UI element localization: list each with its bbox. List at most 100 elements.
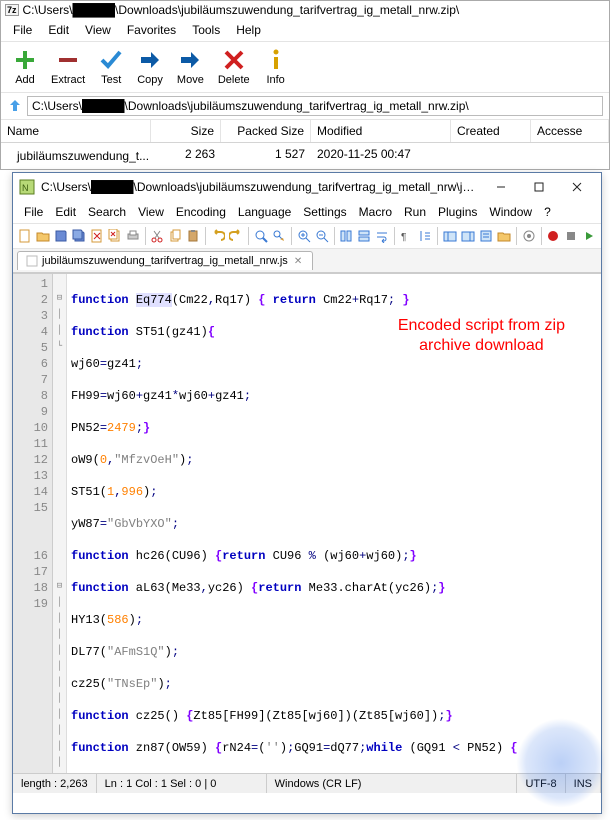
file-size: 2 263 xyxy=(151,145,221,167)
file-packed-size: 1 527 xyxy=(221,145,311,167)
npp-menu-encoding[interactable]: Encoding xyxy=(171,203,231,221)
menu-help[interactable]: Help xyxy=(230,21,267,39)
svg-text:¶: ¶ xyxy=(401,232,406,243)
plus-icon xyxy=(13,48,37,72)
x-icon xyxy=(222,48,246,72)
fold-gutter: ⊟││└⊟│││││││││││ xyxy=(53,274,67,773)
col-modified[interactable]: Modified xyxy=(311,120,451,142)
status-encoding: UTF-8 xyxy=(517,774,565,793)
delete-button[interactable]: Delete xyxy=(214,48,254,86)
npp-toolbar: ¶ xyxy=(13,223,601,249)
stop-macro-icon[interactable] xyxy=(563,227,579,245)
col-accessed[interactable]: Accesse xyxy=(531,120,609,142)
status-position: Ln : 1 Col : 1 Sel : 0 | 0 xyxy=(97,774,267,793)
redo-icon[interactable] xyxy=(228,227,244,245)
wrap-icon[interactable] xyxy=(374,227,390,245)
npp-menu-window[interactable]: Window xyxy=(484,203,537,221)
npp-menu-language[interactable]: Language xyxy=(233,203,296,221)
col-name[interactable]: Name xyxy=(1,120,151,142)
file-row[interactable]: JS jubiläumszuwendung_t... 2 263 1 527 2… xyxy=(1,143,609,169)
check-icon xyxy=(99,48,123,72)
code-editor[interactable]: 12345678910111213141516171819 ⊟││└⊟│││││… xyxy=(13,273,601,773)
maximize-button[interactable] xyxy=(521,176,557,198)
npp-menu-view[interactable]: View xyxy=(133,203,169,221)
minus-icon xyxy=(56,48,80,72)
replace-icon[interactable] xyxy=(271,227,287,245)
find-icon[interactable] xyxy=(253,227,269,245)
save-all-icon[interactable] xyxy=(71,227,87,245)
npp-menu-edit[interactable]: Edit xyxy=(50,203,81,221)
npp-titlebar: N C:\Users\█████\Downloads\jubiläumszuwe… xyxy=(13,173,601,201)
menu-favorites[interactable]: Favorites xyxy=(121,21,182,39)
path-row xyxy=(1,93,609,120)
record-macro-icon[interactable] xyxy=(545,227,561,245)
npp-menu-help[interactable]: ? xyxy=(539,203,556,221)
print-icon[interactable] xyxy=(125,227,141,245)
monitor-icon[interactable] xyxy=(521,227,537,245)
up-arrow-icon[interactable] xyxy=(7,98,23,114)
func-list-icon[interactable] xyxy=(478,227,494,245)
indent-guide-icon[interactable] xyxy=(417,227,433,245)
seven-zip-toolbar: Add Extract Test Copy Move Delete Info xyxy=(1,42,609,93)
folder-view-icon[interactable] xyxy=(442,227,458,245)
add-button[interactable]: Add xyxy=(9,48,41,86)
seven-zip-icon: 7z xyxy=(5,4,19,16)
move-button[interactable]: Move xyxy=(173,48,208,86)
npp-statusbar: length : 2,263 Ln : 1 Col : 1 Sel : 0 | … xyxy=(13,773,601,793)
cut-icon[interactable] xyxy=(149,227,165,245)
sync-v-icon[interactable] xyxy=(338,227,354,245)
npp-menu-plugins[interactable]: Plugins xyxy=(433,203,482,221)
move-arrow-icon xyxy=(178,48,202,72)
menu-view[interactable]: View xyxy=(79,21,117,39)
test-button[interactable]: Test xyxy=(95,48,127,86)
status-eol: Windows (CR LF) xyxy=(267,774,518,793)
col-size[interactable]: Size xyxy=(151,120,221,142)
copy-icon[interactable] xyxy=(167,227,183,245)
close-all-icon[interactable] xyxy=(107,227,123,245)
npp-menu-settings[interactable]: Settings xyxy=(298,203,351,221)
line-number-gutter: 12345678910111213141516171819 xyxy=(13,274,53,773)
code-content: function Eq774(Cm22,Rq17) { return Cm22+… xyxy=(67,274,601,773)
file-list-header: Name Size Packed Size Modified Created A… xyxy=(1,120,609,143)
undo-icon[interactable] xyxy=(210,227,226,245)
paste-icon[interactable] xyxy=(185,227,201,245)
zoom-out-icon[interactable] xyxy=(314,227,330,245)
npp-menu-file[interactable]: File xyxy=(19,203,48,221)
show-chars-icon[interactable]: ¶ xyxy=(399,227,415,245)
new-file-icon[interactable] xyxy=(17,227,33,245)
status-length: length : 2,263 xyxy=(13,774,97,793)
folder-browser-icon[interactable] xyxy=(496,227,512,245)
open-file-icon[interactable] xyxy=(35,227,51,245)
close-file-icon[interactable] xyxy=(89,227,105,245)
col-packed-size[interactable]: Packed Size xyxy=(221,120,311,142)
sync-h-icon[interactable] xyxy=(356,227,372,245)
notepad-plus-plus-icon: N xyxy=(19,179,35,195)
file-modified: 2020-11-25 00:47 xyxy=(311,145,451,167)
extract-button[interactable]: Extract xyxy=(47,48,89,86)
npp-tab-row: jubiläumszuwendung_tarifvertrag_ig_metal… xyxy=(13,249,601,273)
status-mode: INS xyxy=(566,774,601,793)
info-icon xyxy=(264,48,288,72)
seven-zip-window: 7z C:\Users\█████\Downloads\jubiläumszuw… xyxy=(0,0,610,170)
js-file-icon xyxy=(26,255,38,267)
col-created[interactable]: Created xyxy=(451,120,531,142)
file-tab[interactable]: jubiläumszuwendung_tarifvertrag_ig_metal… xyxy=(17,251,313,270)
notepad-plus-plus-window: N C:\Users\█████\Downloads\jubiläumszuwe… xyxy=(12,172,602,814)
play-macro-icon[interactable] xyxy=(581,227,597,245)
menu-edit[interactable]: Edit xyxy=(42,21,75,39)
menu-file[interactable]: File xyxy=(7,21,38,39)
tab-close-icon[interactable]: ✕ xyxy=(292,256,304,267)
copy-button[interactable]: Copy xyxy=(133,48,167,86)
zoom-in-icon[interactable] xyxy=(296,227,312,245)
npp-menubar: File Edit Search View Encoding Language … xyxy=(13,201,601,223)
npp-menu-run[interactable]: Run xyxy=(399,203,431,221)
path-input[interactable] xyxy=(27,96,603,116)
minimize-button[interactable] xyxy=(483,176,519,198)
info-button[interactable]: Info xyxy=(260,48,292,86)
close-button[interactable] xyxy=(559,176,595,198)
npp-menu-search[interactable]: Search xyxy=(83,203,131,221)
save-icon[interactable] xyxy=(53,227,69,245)
npp-menu-macro[interactable]: Macro xyxy=(354,203,397,221)
doc-map-icon[interactable] xyxy=(460,227,476,245)
menu-tools[interactable]: Tools xyxy=(186,21,226,39)
